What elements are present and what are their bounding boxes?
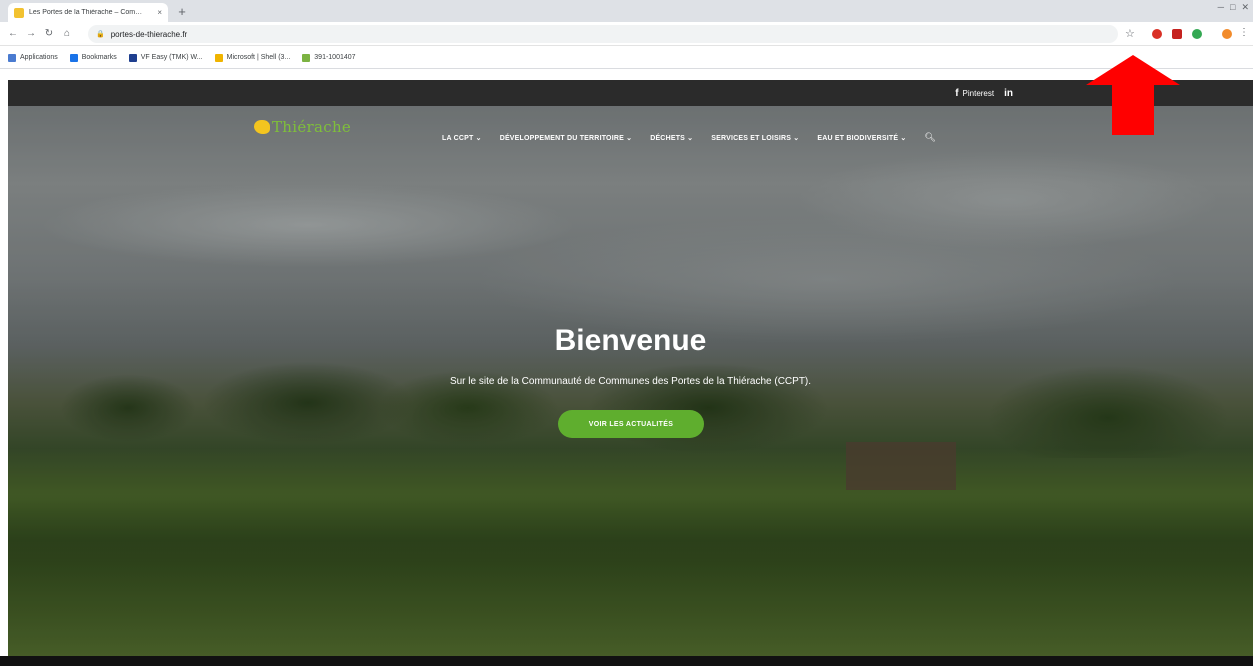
tab-close-icon[interactable]: × — [157, 8, 162, 17]
view-news-button[interactable]: VOIR LES ACTUALITÉS — [558, 410, 704, 438]
bookmark-label: Bookmarks — [81, 54, 117, 61]
hero-title: Bienvenue — [554, 324, 707, 357]
tab-title: Les Portes de la Thiérache – Com… — [29, 9, 143, 16]
url-text: portes-de-thierache.fr — [110, 29, 188, 39]
pinterest-label: Pinterest — [962, 88, 995, 98]
logo-text: Thiérache — [272, 118, 352, 136]
bookmark-icon — [69, 53, 78, 62]
nav-item-ccpt[interactable]: LA CCPT ⌄ — [442, 134, 482, 142]
bookmark-item[interactable]: Applications — [8, 53, 58, 62]
bookmark-item[interactable]: Bookmarks — [69, 53, 117, 62]
facebook-icon: f — [955, 87, 959, 99]
hero-overlay — [8, 80, 1253, 656]
bookmark-label: Applications — [20, 54, 58, 61]
nav-item-developpement[interactable]: DÉVELOPPEMENT DU TERRITOIRE ⌄ — [500, 134, 633, 142]
bookmark-star-icon[interactable]: ☆ — [1125, 27, 1135, 40]
bookmark-icon — [8, 53, 16, 62]
social-linkedin-link[interactable]: in — [1004, 88, 1013, 99]
extension-icon[interactable] — [1192, 29, 1202, 39]
address-bar[interactable]: 🔒 portes-de-thierache.fr — [88, 25, 1118, 43]
home-icon[interactable]: ⌂ — [60, 27, 74, 41]
back-icon[interactable]: ← — [6, 27, 20, 41]
browser-tabstrip: Les Portes de la Thiérache – Com… × + ─ … — [0, 0, 1253, 22]
social-facebook-link[interactable]: f Pinterest — [955, 88, 994, 99]
nav-item-dechets[interactable]: DÉCHETS ⌄ — [650, 134, 693, 142]
hero-subtitle: Sur le site de la Communauté de Communes… — [449, 376, 812, 387]
bookmarks-bar: Applications Bookmarks VF Easy (TMK) W... M… — [0, 47, 1253, 69]
forward-icon[interactable]: → — [24, 27, 38, 41]
bookmark-label: 391-1001407 — [314, 54, 356, 61]
bookmark-icon — [128, 53, 137, 62]
browser-menu-icon[interactable]: ⋮ — [1239, 27, 1249, 38]
site-favicon-icon — [14, 7, 24, 18]
search-icon[interactable]: 🔍︎ — [924, 132, 935, 143]
browser-tab[interactable]: Les Portes de la Thiérache – Com… × — [8, 3, 168, 22]
reload-icon[interactable]: ↻ — [42, 27, 56, 41]
annotation-arrow — [1086, 55, 1180, 135]
profile-avatar-icon[interactable] — [1222, 29, 1232, 39]
bookmark-item[interactable]: VF Easy (TMK) W... — [128, 53, 203, 62]
extension-icon[interactable] — [1172, 29, 1182, 39]
bookmark-icon — [214, 53, 223, 62]
bookmark-label: Microsoft | Shell (3... — [226, 54, 291, 61]
minimize-icon[interactable]: ─ — [1218, 2, 1224, 13]
bookmark-item[interactable]: Microsoft | Shell (3... — [214, 53, 291, 62]
close-window-icon[interactable]: ✕ — [1241, 2, 1249, 13]
window-controls: ─ □ ✕ — [1218, 2, 1249, 13]
browser-toolbar: ← → ↻ ⌂ 🔒 portes-de-thierache.fr ☆ ⋮ — [0, 22, 1253, 46]
web-page: f Pinterest in Thiérache LA CCPT ⌄ DÉVEL… — [8, 80, 1253, 656]
site-logo[interactable]: Thiérache — [254, 118, 351, 136]
new-tab-button[interactable]: + — [174, 4, 190, 20]
bookmark-item[interactable]: 391-1001407 — [302, 53, 356, 62]
linkedin-icon: in — [1004, 87, 1013, 99]
maximize-icon[interactable]: □ — [1230, 2, 1235, 13]
bookmark-label: VF Easy (TMK) W... — [140, 54, 203, 61]
nav-item-services-loisirs[interactable]: SERVICES ET LOISIRS ⌄ — [711, 134, 799, 142]
extension-icon[interactable] — [1152, 29, 1162, 39]
bookmark-icon — [302, 53, 311, 62]
site-topbar: f Pinterest in — [8, 80, 1253, 106]
bottom-strip — [0, 656, 1253, 666]
lock-icon: 🔒 — [96, 31, 105, 38]
logo-mark-icon — [254, 120, 270, 134]
main-nav: LA CCPT ⌄ DÉVELOPPEMENT DU TERRITOIRE ⌄ … — [442, 132, 936, 143]
nav-item-eau-biodiversite[interactable]: EAU ET BIODIVERSITÉ ⌄ — [817, 134, 906, 142]
